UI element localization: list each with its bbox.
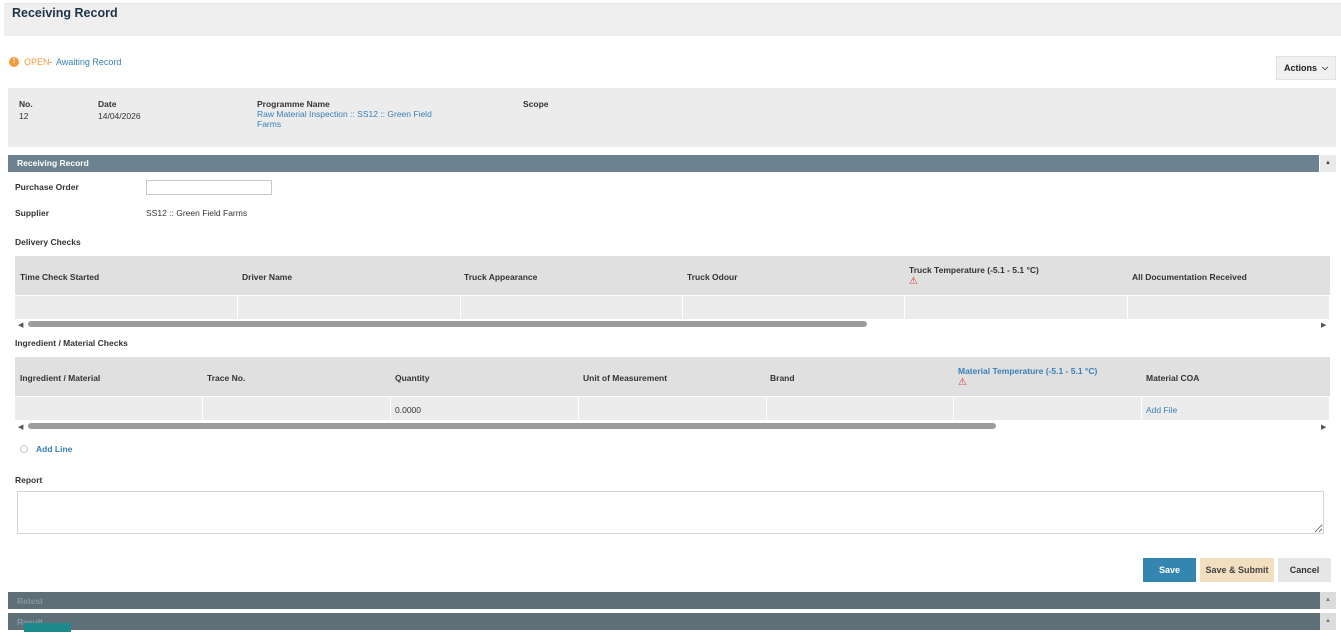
scroll-right-icon[interactable]: ▶ (1321, 423, 1326, 431)
title-bar (4, 3, 1341, 36)
table-cell[interactable] (461, 296, 683, 319)
column-header: Truck Odour (687, 272, 738, 282)
supplier-value: SS12 :: Green Field Farms (146, 208, 248, 218)
result-section-header[interactable] (8, 613, 1320, 630)
report-label: Report (15, 475, 43, 485)
column-header: Truck Temperature (-5.1 - 5.1 °C) (909, 265, 1039, 275)
column-header: Driver Name (242, 272, 293, 282)
date-value: 14/04/2026 (98, 111, 141, 121)
add-circle-icon[interactable] (20, 445, 28, 453)
retest-section-title: Retest (17, 596, 43, 606)
save-button[interactable]: Save (1143, 558, 1196, 582)
add-line-button[interactable]: Add Line (36, 444, 72, 454)
delivery-checks-scrollbar[interactable] (28, 321, 1318, 329)
column-header: Quantity (395, 373, 430, 383)
no-label: No. (19, 99, 33, 109)
no-value: 12 (19, 111, 29, 121)
status-text: Awaiting Record (56, 57, 122, 67)
retest-section-header[interactable] (8, 592, 1320, 609)
table-cell[interactable] (954, 397, 1142, 420)
page-title: Receiving Record (12, 6, 118, 20)
info-circle-icon: ! (9, 57, 19, 67)
scroll-left-icon[interactable]: ◀ (18, 423, 23, 431)
record-summary (8, 88, 1336, 147)
actions-button[interactable]: Actions ⌵ (1276, 56, 1336, 80)
status-separator: - (49, 57, 52, 67)
programme-label: Programme Name (257, 99, 330, 109)
table-cell[interactable] (15, 397, 203, 420)
section-header (8, 155, 1319, 172)
supplier-label: Supplier (15, 208, 50, 218)
caret-up-icon[interactable]: ▲ (1320, 155, 1336, 172)
column-header: Unit of Measurement (583, 373, 668, 383)
caret-up-icon[interactable]: ▲ (1320, 613, 1336, 630)
ingredient-checks-scrollbar[interactable] (28, 423, 1318, 431)
warning-triangle-icon: ⚠ (958, 377, 967, 388)
column-header: Trace No. (207, 373, 246, 383)
quantity-cell[interactable]: 0.0000 (391, 397, 579, 420)
chevron-down-icon: ⌵ (1321, 63, 1329, 72)
purchase-order-input[interactable] (146, 180, 272, 195)
scrollbar-thumb[interactable] (28, 321, 867, 327)
column-header: All Documentation Received (1132, 272, 1247, 282)
cancel-button[interactable]: Cancel (1278, 558, 1331, 582)
date-label: Date (98, 99, 117, 109)
programme-link[interactable]: Raw Material Inspection :: SS12 :: Green… (257, 109, 447, 129)
delivery-checks-title: Delivery Checks (15, 237, 81, 247)
table-cell[interactable] (767, 397, 954, 420)
column-header: Time Check Started (20, 272, 100, 282)
column-header: Material COA (1146, 373, 1200, 383)
floating-tab[interactable] (24, 623, 71, 632)
section-title: Receiving Record (17, 158, 89, 168)
scrollbar-thumb[interactable] (28, 423, 996, 429)
table-cell[interactable] (15, 296, 238, 319)
table-cell[interactable] (1128, 296, 1330, 319)
column-header-link[interactable]: Material Temperature (-5.1 - 5.1 °C) (958, 366, 1097, 376)
scroll-right-icon[interactable]: ▶ (1321, 321, 1326, 329)
column-header: Truck Appearance (464, 272, 538, 282)
purchase-order-label: Purchase Order (15, 182, 79, 192)
report-textarea[interactable] (17, 491, 1324, 534)
table-cell[interactable] (905, 296, 1128, 319)
column-header: Ingredient / Material (20, 373, 101, 383)
save-submit-button[interactable]: Save & Submit (1200, 558, 1274, 582)
caret-up-icon[interactable]: ▲ (1320, 592, 1336, 609)
add-file-link[interactable]: Add File (1142, 397, 1330, 420)
ingredient-checks-title: Ingredient / Material Checks (15, 338, 128, 348)
column-header: Brand (770, 373, 795, 383)
table-cell[interactable] (203, 397, 391, 420)
table-cell[interactable] (238, 296, 461, 319)
scroll-left-icon[interactable]: ◀ (18, 321, 23, 329)
scope-label: Scope (523, 99, 549, 109)
status-state: OPEN (24, 57, 50, 67)
warning-triangle-icon: ⚠ (909, 276, 918, 287)
table-cell[interactable] (683, 296, 905, 319)
table-cell[interactable] (579, 397, 767, 420)
actions-label: Actions (1283, 63, 1317, 73)
